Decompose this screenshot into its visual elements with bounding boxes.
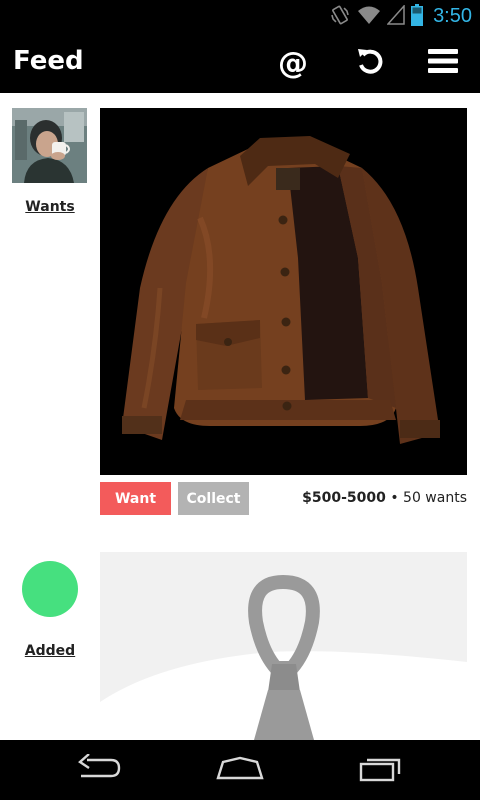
avatar[interactable]	[22, 561, 78, 617]
status-icons: 3:50	[329, 3, 472, 30]
vibrate-icon	[329, 4, 351, 30]
navigation-bar	[0, 740, 480, 800]
product-image[interactable]	[100, 108, 467, 475]
recent-apps-button[interactable]	[351, 750, 411, 790]
refresh-button[interactable]	[349, 43, 389, 83]
avatar[interactable]	[12, 108, 87, 183]
signal-icon	[386, 3, 405, 29]
home-icon	[215, 756, 265, 784]
product-image[interactable]	[100, 552, 467, 740]
menu-icon	[428, 48, 458, 78]
mentions-button[interactable]: @	[273, 43, 313, 83]
item-meta: $500-5000 • 50 wants	[302, 490, 467, 506]
wifi-icon	[357, 5, 381, 29]
feed-item: Wants Want Collect $500-5000 • 50 wants	[0, 93, 480, 538]
status-bar: 3:50	[0, 0, 480, 33]
status-time: 3:50	[433, 5, 472, 27]
back-icon	[77, 753, 123, 786]
meta-separator: •	[390, 490, 399, 506]
action-bar: Feed @	[0, 33, 480, 93]
want-button[interactable]: Want	[100, 482, 171, 515]
recent-apps-icon	[359, 754, 403, 786]
overflow-menu-button[interactable]	[423, 43, 463, 83]
item-actions: Want Collect $500-5000 • 50 wants	[100, 482, 467, 515]
feed-list[interactable]: Wants Want Collect $500-5000 • 50 wants …	[0, 93, 480, 740]
activity-link-added[interactable]: Added	[0, 643, 100, 659]
price-range: $500-5000	[302, 490, 386, 506]
home-button[interactable]	[210, 750, 270, 790]
wants-count: 50 wants	[403, 490, 467, 506]
page-title: Feed	[13, 46, 84, 76]
feed-item: Added	[0, 538, 480, 740]
back-button[interactable]	[70, 750, 130, 790]
refresh-icon	[354, 46, 384, 80]
battery-icon	[411, 3, 424, 30]
collect-button[interactable]: Collect	[178, 482, 249, 515]
activity-link-wants[interactable]: Wants	[0, 199, 100, 215]
